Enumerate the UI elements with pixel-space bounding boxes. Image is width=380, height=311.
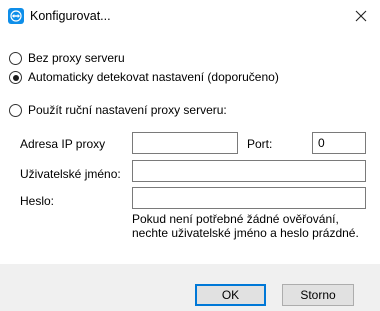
radio-manual-proxy-label[interactable]: Použít ruční nastavení proxy serveru: <box>28 103 227 117</box>
password-label: Heslo: <box>20 194 55 208</box>
username-input[interactable] <box>132 160 366 182</box>
username-label: Uživatelské jméno: <box>20 167 121 181</box>
teamviewer-icon <box>8 8 24 24</box>
radio-no-proxy[interactable] <box>9 52 22 65</box>
window-title: Konfigurovat... <box>30 9 111 23</box>
cancel-button[interactable]: Storno <box>282 284 354 306</box>
radio-auto-detect-label[interactable]: Automaticky detekovat nastavení (doporuč… <box>28 70 279 84</box>
ok-button[interactable]: OK <box>195 284 266 306</box>
radio-manual-proxy[interactable] <box>9 104 22 117</box>
radio-auto-detect[interactable] <box>9 71 22 84</box>
port-input[interactable] <box>312 132 366 154</box>
proxy-address-label: Adresa IP proxy <box>20 137 106 151</box>
close-icon[interactable] <box>350 5 372 27</box>
proxy-address-input[interactable] <box>132 132 238 154</box>
title-bar: Konfigurovat... <box>0 0 380 32</box>
radio-no-proxy-label[interactable]: Bez proxy serveru <box>28 51 125 65</box>
port-label: Port: <box>247 137 273 151</box>
password-input[interactable] <box>132 187 366 209</box>
auth-note: Pokud není potřebné žádné ověřování, nec… <box>132 212 359 240</box>
